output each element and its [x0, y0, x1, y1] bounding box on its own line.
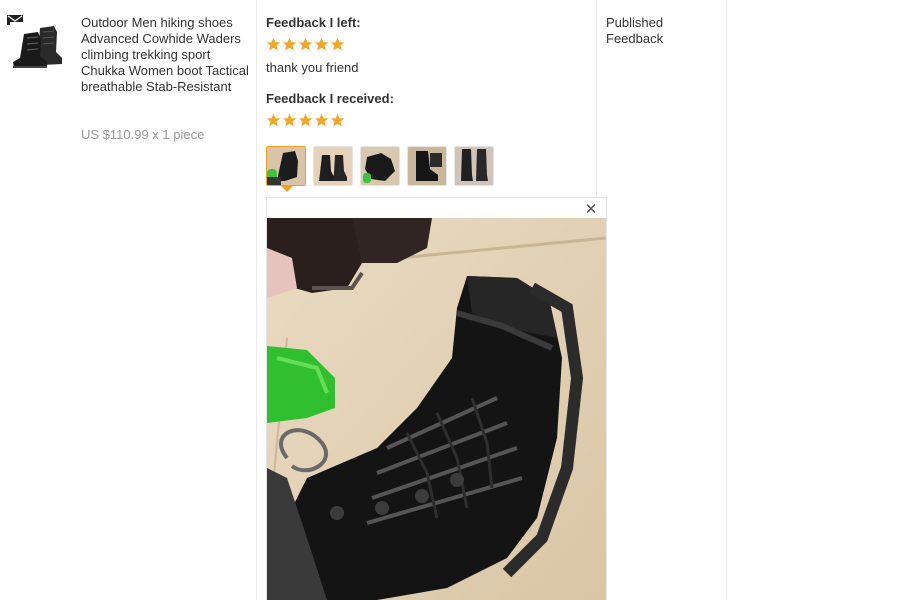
star-icon [282, 37, 297, 51]
feedback-photo-thumb-3[interactable] [360, 146, 400, 186]
boot-photo [267, 218, 606, 600]
star-icon [330, 37, 345, 51]
star-icon [282, 113, 297, 127]
feedback-left-text: thank you friend [266, 60, 359, 75]
feedback-left-rating [266, 37, 345, 53]
feedback-received-rating [266, 113, 345, 129]
star-icon [298, 37, 313, 51]
feedback-left-heading: Feedback I left: [266, 15, 361, 30]
product-image[interactable] [10, 22, 64, 70]
boot-photo-thumbnail [408, 147, 446, 185]
boot-photo-thumbnail [267, 147, 305, 185]
feedback-status: Published Feedback [606, 15, 664, 46]
feedback-photo-thumb-5[interactable] [454, 146, 494, 186]
product-price: US $110.99 x 1 piece [81, 127, 205, 142]
star-icon [298, 113, 313, 127]
boot-photo-thumbnail [314, 147, 352, 185]
order-feedback-row: Outdoor Men hiking shoes Advanced Cowhid… [0, 0, 909, 600]
close-icon[interactable]: ✕ [584, 202, 598, 217]
selected-thumb-caret [281, 186, 293, 192]
feedback-photo-strip [266, 146, 494, 186]
star-icon [314, 113, 329, 127]
column-divider [256, 0, 257, 600]
photo-viewer: ✕ [266, 197, 607, 600]
boot-photo-thumbnail [455, 147, 493, 185]
star-icon [330, 113, 345, 127]
feedback-photo-large [267, 218, 606, 600]
feedback-photo-thumb-2[interactable] [313, 146, 353, 186]
boot-photo-thumbnail [361, 147, 399, 185]
column-divider [726, 0, 727, 600]
star-icon [266, 113, 281, 127]
star-icon [266, 37, 281, 51]
feedback-photo-thumb-4[interactable] [407, 146, 447, 186]
feedback-received-heading: Feedback I received: [266, 91, 394, 106]
feedback-photo-thumb-1[interactable] [266, 146, 306, 186]
star-icon [314, 37, 329, 51]
product-title-link[interactable]: Outdoor Men hiking shoes Advanced Cowhid… [81, 15, 253, 95]
